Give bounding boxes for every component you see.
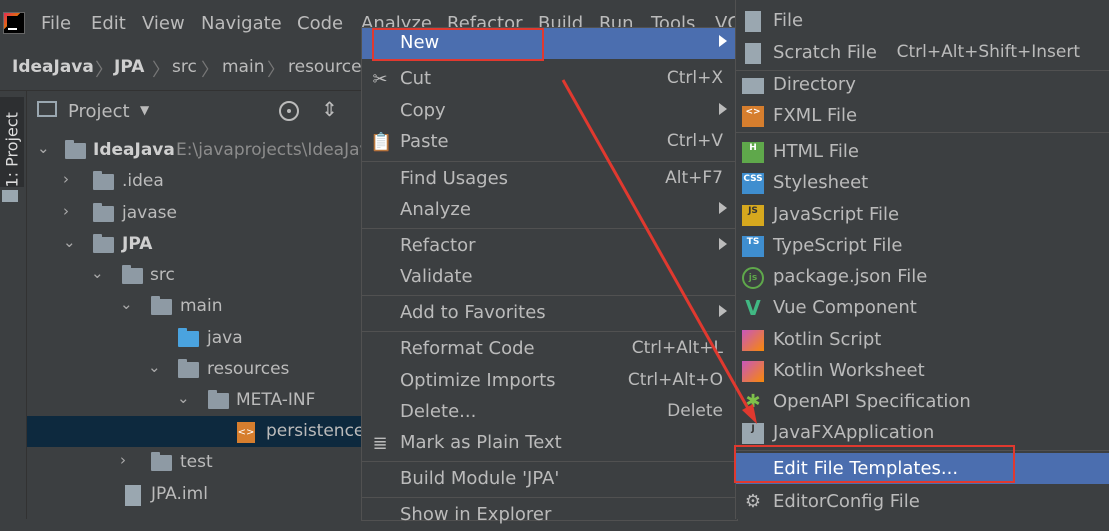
annotation-arrow: [561, 79, 757, 424]
